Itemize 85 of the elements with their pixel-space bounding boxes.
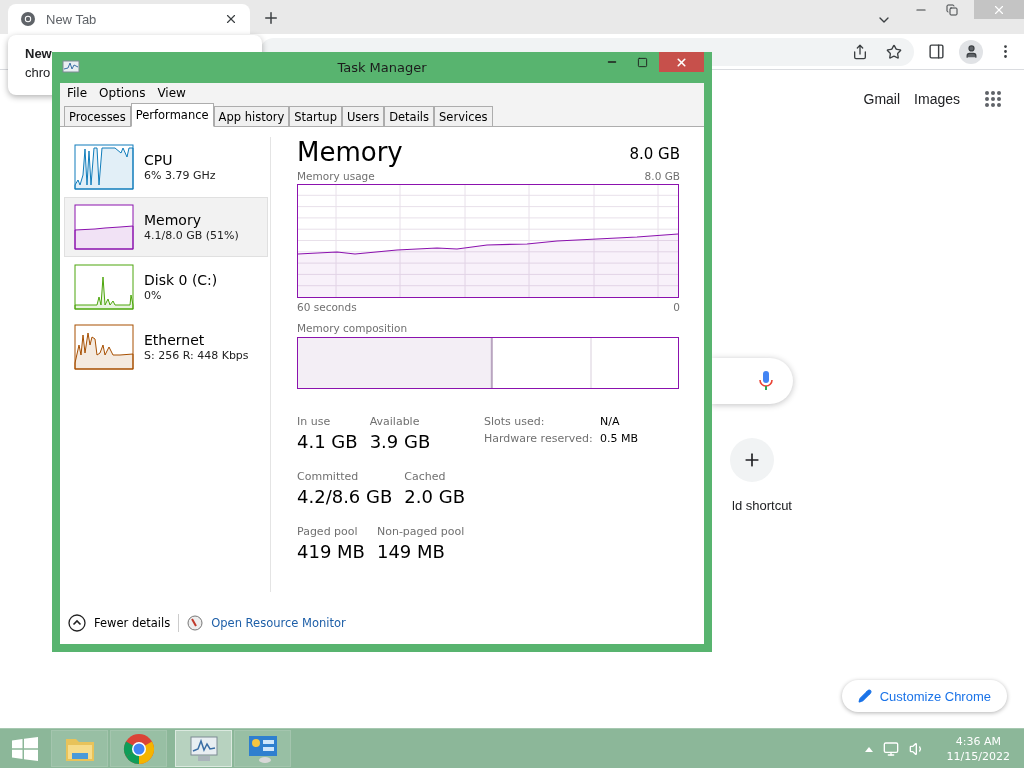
resource-name: Disk 0 (C:) [144,272,218,288]
tab[interactable]: Startup [289,106,342,126]
window-title: Task Manager [337,60,427,75]
header-link[interactable]: Gmail [863,91,901,107]
menu-item[interactable]: File [67,86,88,100]
stat-label: Non-paged pool [376,525,465,538]
resource-monitor-link[interactable]: Open Resource Monitor [211,616,346,630]
share-icon[interactable] [852,43,868,60]
chevron-up-circle-icon[interactable] [68,614,86,632]
tab[interactable]: Processes [64,106,131,126]
panel-heading: Memory [297,137,403,167]
tab[interactable]: Users [341,106,385,126]
resource-name: Ethernet [144,332,206,348]
resource-item[interactable]: Ethernet S: 256 R: 448 Kbps [64,317,268,377]
resource-item[interactable]: Memory 4.1/8.0 GB (51%) [64,197,268,257]
chart-label: Memory usage [297,170,375,182]
stat-label: In use [297,415,332,428]
taskbar-app-button[interactable] [110,730,167,767]
chrome-logo-icon [20,11,36,27]
close-button[interactable] [659,52,704,72]
memory-total: 8.0 GB [629,145,680,163]
shortcut-label: ld shortcut [732,498,792,513]
stat-value: 419 MB [297,541,365,562]
star-icon[interactable] [886,43,902,60]
ethernet-graph-icon [74,324,134,370]
tab[interactable]: App history [213,106,290,126]
monitor-graph-icon [187,734,220,763]
clock-date: 11/15/2022 [946,748,1010,764]
customize-button[interactable]: Customize Chrome [841,680,1007,712]
browser-tab[interactable]: New Tab [8,4,250,34]
chrome-logo-icon [122,732,155,765]
resource-name: Memory [144,212,202,228]
microphone-icon[interactable] [759,371,773,391]
resource-name: CPU [144,152,174,168]
pencil-icon [857,689,872,703]
add-shortcut-button[interactable] [730,438,774,482]
stat-label: Slots used: [484,415,546,428]
fewer-details-button[interactable]: Fewer details [94,616,171,630]
control-panel-icon [246,733,279,764]
restore-icon[interactable] [946,4,958,16]
resource-item[interactable]: CPU 6% 3.79 GHz [64,137,268,197]
axis-label: 0 [673,301,680,313]
tab[interactable]: Details [384,106,435,126]
resource-detail: S: 256 R: 448 Kbps [144,349,249,362]
close-icon [675,55,688,69]
menu-item[interactable]: View [157,86,186,100]
tab[interactable]: Performance [130,103,214,127]
stat-value: 149 MB [376,541,446,562]
side-panel-icon[interactable] [928,43,945,60]
chart-label: Memory composition [297,322,408,334]
tab-title: New Tab [46,11,98,27]
taskbar-app-button[interactable] [234,730,291,767]
stat-value: 4.1 GB [297,431,358,452]
stat-value: 2.0 GB [404,486,465,507]
stat-label: Hardware reserved: [484,432,594,445]
stat-label: Committed [297,470,360,483]
resource-item[interactable]: Disk 0 (C:) 0% [64,257,268,317]
windows-logo-icon [12,736,38,761]
resource-detail: 6% 3.79 GHz [144,169,216,182]
resource-detail: 0% [144,289,163,302]
stat-value: 0.5 MB [600,432,639,445]
header-link[interactable]: Images [914,91,960,107]
monitor-graph-icon [62,59,80,76]
disk-graph-icon [74,264,134,310]
new-tab-icon[interactable] [262,9,280,27]
close-icon[interactable] [224,12,238,26]
cpu-graph-icon [74,144,134,190]
stat-label: Available [369,415,421,428]
gauge-icon [187,615,204,631]
profile-avatar-icon[interactable] [959,39,983,64]
stat-value: 4.2/8.6 GB [297,486,393,507]
tab[interactable]: Services [434,106,493,126]
chart-max-label: 8.0 GB [644,170,680,182]
tooltip-title: New [25,46,52,61]
resource-detail: 4.1/8.0 GB (51%) [144,229,239,242]
stat-value: N/A [600,415,621,428]
memory-graph-icon [74,204,134,250]
apps-grid-icon[interactable] [984,90,1002,108]
clock-time: 4:36 AM [955,733,1001,749]
stat-label: Paged pool [297,525,359,538]
tooltip-url: chro [25,65,51,80]
axis-label: 60 seconds [297,301,357,313]
stat-label: Cached [404,470,447,483]
stat-value: 3.9 GB [369,431,431,452]
menu-item[interactable]: Options [99,86,146,100]
